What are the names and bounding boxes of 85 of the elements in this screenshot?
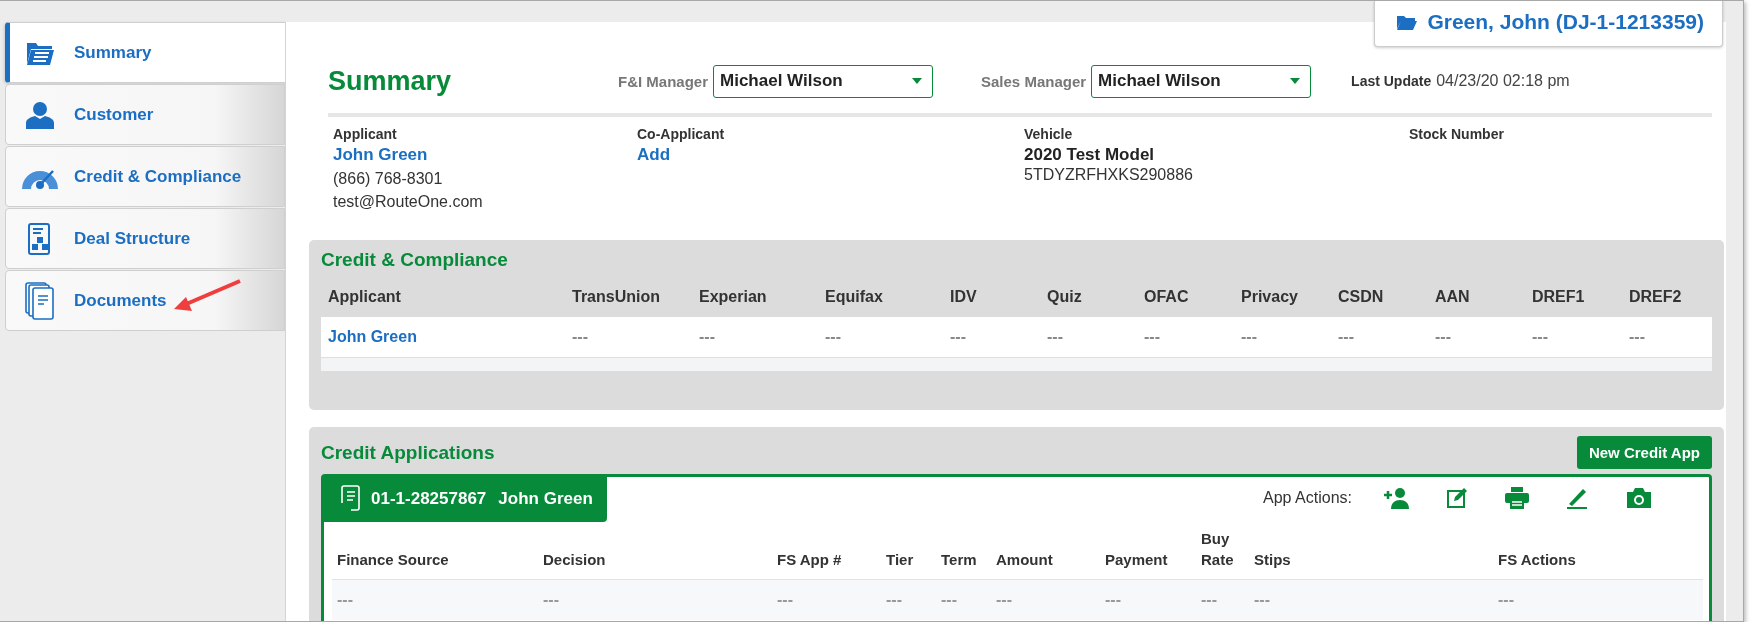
column-header: OFAC (1143, 288, 1190, 306)
sidebar-tab[interactable]: Documents (5, 270, 285, 331)
field-value: 2020 Test Model (1024, 145, 1155, 165)
field-value: 5TDYZRFHXKS290886 (1024, 166, 1193, 184)
table-cell-text: --- (1434, 328, 1452, 346)
caret-icon (912, 78, 922, 84)
column-header: Quiz (1046, 288, 1083, 306)
column-header: Tier (885, 550, 915, 571)
column-header: Decision (542, 550, 607, 571)
column-header: FS Actions (1497, 550, 1577, 571)
app-document-icon (339, 485, 361, 513)
column-header: Stips (1253, 550, 1292, 571)
table-cell-text: --- (1046, 328, 1064, 346)
page-title: Summary (328, 65, 453, 97)
column-header: DREF1 (1531, 288, 1586, 306)
table-cell-text: --- (336, 591, 354, 609)
column-header: Buy Rate (1200, 528, 1235, 571)
sidebar-tab[interactable]: Credit & Compliance (5, 146, 285, 207)
field-label: Co-Applicant (637, 126, 725, 142)
column-header: FS App # (776, 550, 843, 571)
column-header: Payment (1104, 550, 1169, 571)
table-cell-text: --- (1104, 591, 1122, 609)
table-cell-text: --- (995, 591, 1013, 609)
field-label: Last Update (1351, 73, 1432, 89)
column-header: Experian (698, 288, 768, 306)
field-label: Stock Number (1409, 126, 1504, 142)
column-header: DREF2 (1628, 288, 1683, 306)
field-label: Applicant (333, 126, 397, 142)
column-header: Applicant (327, 288, 402, 306)
timestamp: 04/23/20 02:18 pm (1436, 72, 1570, 90)
actions-label: App Actions: (1263, 489, 1352, 507)
section-title: Credit Applications (321, 441, 495, 464)
table-cell-text: --- (1497, 591, 1515, 609)
table-cell-text: --- (949, 328, 967, 346)
table-cell-text: --- (1337, 328, 1355, 346)
field-value: test@RouteOne.com (333, 193, 483, 211)
field-label: Vehicle (1024, 126, 1073, 142)
dropdown-field[interactable]: Michael Wilson (1091, 64, 1312, 98)
column-header: AAN (1434, 288, 1471, 306)
folder-icon (1397, 14, 1418, 30)
column-header: Equifax (824, 288, 884, 306)
annotation-arrow (172, 279, 242, 313)
field-label: F&I Manager (618, 72, 708, 90)
new-credit-app-button[interactable]: New Credit App (1576, 436, 1712, 469)
documents-stack-icon (25, 281, 55, 320)
column-header: IDV (949, 288, 978, 306)
column-header: Amount (995, 550, 1054, 571)
pen-icon[interactable] (1566, 487, 1588, 509)
table-cell-text: --- (940, 591, 958, 609)
person-icon (25, 100, 55, 129)
case-tab[interactable]: Green, John (DJ-1-1213359) (1374, 1, 1723, 47)
link[interactable]: John Green (333, 145, 428, 165)
sidebar-tab[interactable]: Deal Structure (5, 208, 285, 269)
link[interactable]: Add (637, 145, 671, 165)
applicant-link[interactable]: John Green (321, 328, 565, 346)
table-cell-text: --- (1240, 328, 1258, 346)
sidebar-tab[interactable]: Customer (5, 84, 285, 145)
table-cell-text: --- (824, 328, 842, 346)
table-cell-text: --- (1253, 591, 1271, 609)
table-cell-text: --- (571, 328, 589, 346)
table-cell-text: --- (1531, 328, 1549, 346)
field-value: (866) 768-8301 (333, 170, 443, 188)
sidebar-tab[interactable]: Summary (5, 22, 287, 83)
table-cell-text: --- (776, 591, 794, 609)
column-header: Term (940, 550, 978, 571)
printer-icon[interactable] (1505, 487, 1529, 509)
dropdown-field[interactable]: Michael Wilson (713, 64, 933, 98)
table-cell-text: --- (542, 591, 560, 609)
column-header: TransUnion (571, 288, 661, 306)
column-header: Privacy (1240, 288, 1299, 306)
document-cubes-icon (27, 222, 53, 255)
column-header: CSDN (1337, 288, 1385, 306)
section-title: Credit & Compliance (321, 249, 509, 271)
field-label: Sales Manager (981, 72, 1087, 90)
table-cell-text: --- (885, 591, 903, 609)
add-person-icon[interactable] (1383, 487, 1409, 509)
table-cell-text: --- (1143, 328, 1161, 346)
caret-icon (1290, 78, 1301, 84)
camera-icon[interactable] (1625, 487, 1653, 509)
table-cell-text: --- (698, 328, 716, 346)
table-cell-text: --- (1628, 328, 1646, 346)
table-cell-text: --- (1200, 591, 1218, 609)
edit-icon[interactable] (1446, 487, 1468, 509)
application-header: 01-1-28257867 John Green (323, 476, 607, 522)
column-header: Finance Source (336, 550, 450, 571)
